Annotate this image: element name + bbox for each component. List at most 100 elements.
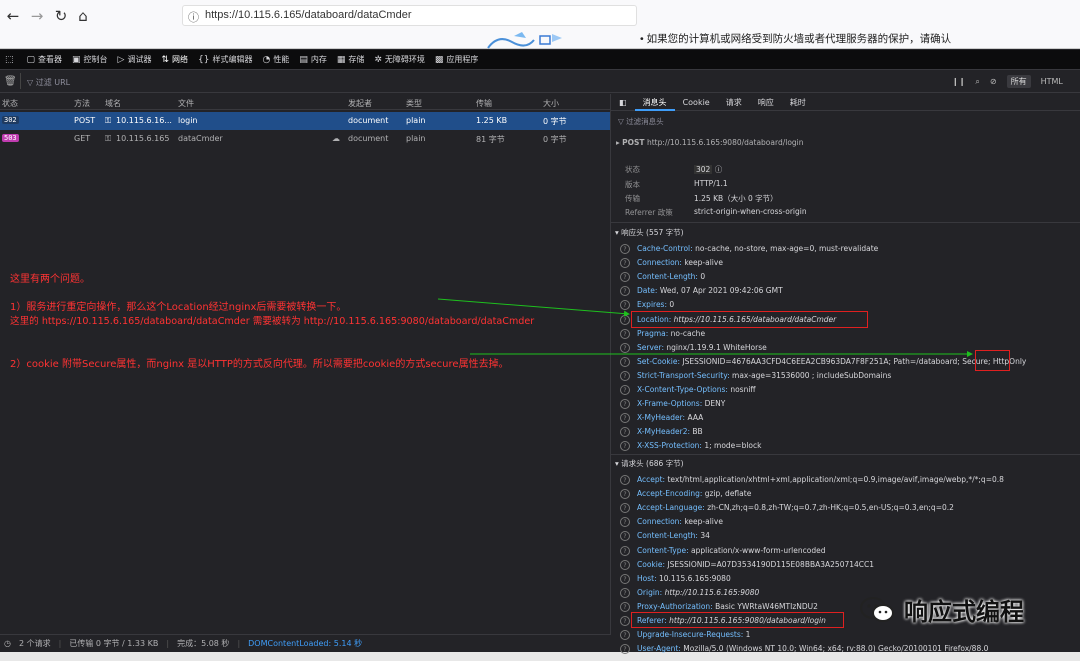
help-icon[interactable]: ? (620, 427, 630, 438)
trash-icon[interactable]: 🗑 (4, 76, 17, 87)
col-initiator[interactable]: 发起者 (348, 98, 372, 109)
header-row[interactable]: ? Set-Cookie: JSESSIONID=4676AA3CFD4C6EEA… (620, 356, 1026, 367)
site-info-icon[interactable]: ⓘ (188, 9, 199, 25)
header-row[interactable]: ? Host: 10.115.6.165:9080 (620, 573, 731, 584)
help-icon[interactable]: ? (620, 314, 630, 325)
tab-headers[interactable]: 消息头 (634, 94, 675, 111)
col-file[interactable]: 文件 (178, 98, 194, 109)
header-row[interactable]: ? Proxy-Authorization: Basic YWRtaW46MTIz… (620, 601, 818, 612)
search-icon[interactable]: ⌕ (975, 77, 979, 87)
header-row[interactable]: ? Accept-Encoding: gzip, deflate (620, 489, 751, 500)
header-row[interactable]: ? X-Frame-Options: DENY (620, 399, 725, 410)
help-icon[interactable]: ? (620, 413, 630, 424)
header-row[interactable]: ? X-XSS-Protection: 1; mode=block (620, 441, 761, 452)
col-transferred[interactable]: 传输 (476, 98, 492, 109)
tab-inspector[interactable]: ▢ 查看器 (22, 50, 68, 70)
filter-url-input[interactable]: ▽ 过滤 URL (27, 77, 70, 88)
help-icon[interactable]: ? (620, 342, 630, 353)
tab-accessibility[interactable]: ✲ 无障碍环境 (369, 50, 430, 70)
header-row[interactable]: ? Content-Length: 0 (620, 272, 705, 283)
tab-cookies[interactable]: Cookie (675, 94, 718, 111)
help-icon[interactable]: ? (620, 559, 630, 570)
header-row[interactable]: ? Upgrade-Insecure-Requests: 1 (620, 630, 750, 641)
header-row[interactable]: ? Cookie: JSESSIONID=A07D3534190D115E08BB… (620, 559, 874, 570)
stopwatch-icon[interactable]: ◷ (4, 639, 11, 648)
help-icon[interactable]: ? (620, 644, 630, 655)
forward-icon[interactable]: → (27, 6, 47, 26)
tab-response[interactable]: 响应 (750, 94, 782, 111)
help-icon[interactable]: ? (620, 630, 630, 641)
header-row[interactable]: ? X-Content-Type-Options: nosniff (620, 385, 756, 395)
help-icon[interactable]: ? (620, 545, 630, 556)
header-row[interactable]: ? Accept-Language: zh-CN,zh;q=0.8,zh-TW;q… (620, 503, 954, 514)
request-row[interactable]: 302 POST ⚿ 10.115.6.16... login document… (0, 112, 611, 130)
filter-all-button[interactable]: 所有 (1006, 75, 1031, 88)
help-icon[interactable]: ? (620, 356, 630, 367)
header-row[interactable]: ? Content-Type: application/x-www-form-ur… (620, 545, 825, 556)
help-icon[interactable]: ? (620, 399, 630, 410)
help-icon[interactable]: ? (620, 531, 630, 542)
help-icon[interactable]: ? (620, 489, 630, 500)
help-icon[interactable]: ? (620, 475, 630, 485)
col-status[interactable]: 状态 (2, 98, 18, 109)
col-size[interactable]: 大小 (543, 98, 559, 109)
pause-icon[interactable]: ❙❙ (952, 77, 965, 86)
header-row[interactable]: ? Cache-Control: no-cache, no-store, max-… (620, 244, 878, 254)
help-icon[interactable]: ? (620, 272, 630, 283)
filter-headers-input[interactable]: ▽ 过滤消息头 (618, 116, 664, 127)
tab-console[interactable]: ▣ 控制台 (67, 50, 113, 70)
header-row[interactable]: ? Date: Wed, 07 Apr 2021 09:42:06 GMT (620, 286, 783, 297)
request-row[interactable]: 503 GET ⚿ 10.115.6.165 dataCmder ☁ docum… (0, 130, 611, 148)
header-row[interactable]: ? X-MyHeader: AAA (620, 413, 703, 424)
header-row[interactable]: ? Server: nginx/1.19.9.1 WhiteHorse (620, 342, 767, 353)
help-icon[interactable]: ? (620, 601, 630, 612)
help-icon[interactable]: ? (620, 503, 630, 514)
header-row[interactable]: ? User-Agent: Mozilla/5.0 (Windows NT 10.… (620, 644, 988, 655)
header-row[interactable]: ? Pragma: no-cache (620, 328, 705, 339)
tab-storage[interactable]: ▦ 存储 (332, 50, 370, 70)
help-icon[interactable]: ? (620, 370, 630, 381)
help-icon[interactable]: ? (620, 385, 630, 395)
col-method[interactable]: 方法 (74, 98, 90, 109)
block-icon[interactable]: ⊘ (990, 77, 997, 86)
header-row[interactable]: ? X-MyHeader2: BB (620, 427, 703, 438)
tab-performance[interactable]: ◔ 性能 (257, 50, 294, 70)
panel-divider[interactable] (610, 94, 611, 634)
header-row[interactable]: ? Connection: keep-alive (620, 258, 723, 269)
pick-element-icon[interactable]: ⬚ (0, 50, 22, 70)
help-icon[interactable]: ? (620, 573, 630, 584)
tab-network[interactable]: ⇅ 网络 (156, 50, 193, 70)
back-icon[interactable]: ← (3, 6, 23, 26)
help-icon[interactable]: ? (620, 616, 630, 626)
header-row[interactable]: ? Expires: 0 (620, 300, 674, 311)
help-icon[interactable]: ? (620, 286, 630, 297)
help-icon[interactable]: ⓘ (715, 165, 723, 174)
home-icon[interactable]: ⌂ (73, 6, 93, 26)
tab-debugger[interactable]: ▷ 调试器 (113, 50, 157, 70)
toggle-sidebar-icon[interactable]: ◧ (611, 94, 635, 111)
help-icon[interactable]: ? (620, 328, 630, 339)
tab-application[interactable]: ▩ 应用程序 (430, 50, 484, 70)
filter-html-button[interactable]: HTML (1041, 77, 1063, 86)
url-bar[interactable]: ⓘ https://10.115.6.165/databoard/dataCmd… (182, 5, 637, 26)
help-icon[interactable]: ? (620, 587, 630, 598)
tab-request[interactable]: 请求 (718, 94, 750, 111)
header-row[interactable]: ? Origin: http://10.115.6.165:9080 (620, 587, 759, 598)
header-row[interactable]: ? Content-Length: 34 (620, 531, 710, 542)
header-row[interactable]: ? Accept: text/html,application/xhtml+xml… (620, 475, 1004, 485)
help-icon[interactable]: ? (620, 244, 630, 254)
header-row[interactable]: ? Connection: keep-alive (620, 517, 723, 528)
reload-icon[interactable]: ↻ (51, 6, 71, 26)
request-summary[interactable]: ▸ POST http://10.115.6.165:9080/databoar… (616, 138, 804, 147)
help-icon[interactable]: ? (620, 300, 630, 311)
col-type[interactable]: 类型 (406, 98, 422, 109)
request-headers-section[interactable]: ▾ 请求头 (686 字节) (615, 458, 684, 469)
response-headers-section[interactable]: ▾ 响应头 (557 字节) (615, 227, 684, 238)
header-row[interactable]: ? Strict-Transport-Security: max-age=3153… (620, 370, 891, 381)
tab-timings[interactable]: 耗时 (782, 94, 814, 111)
tab-memory[interactable]: ▤ 内存 (294, 50, 332, 70)
help-icon[interactable]: ? (620, 517, 630, 528)
help-icon[interactable]: ? (620, 441, 630, 452)
col-domain[interactable]: 域名 (105, 98, 121, 109)
help-icon[interactable]: ? (620, 258, 630, 269)
